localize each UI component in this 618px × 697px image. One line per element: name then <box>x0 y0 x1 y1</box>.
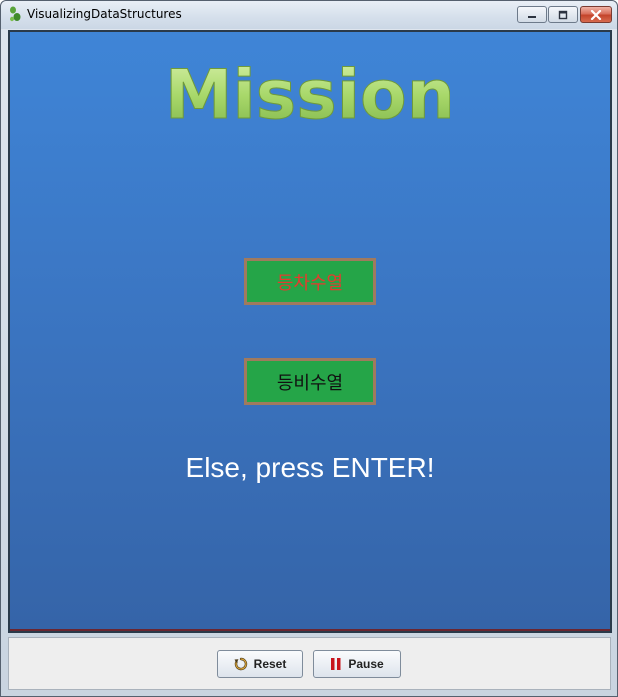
app-icon <box>10 6 21 22</box>
minimize-button[interactable] <box>517 6 547 23</box>
game-canvas[interactable]: Mission 등차수열 등비수열 Else, press ENTER! <box>10 32 610 629</box>
pause-button[interactable]: Pause <box>313 650 401 678</box>
enter-hint: Else, press ENTER! <box>185 452 435 483</box>
app-window: VisualizingDataStructures Mission 등차수열 등… <box>0 0 618 697</box>
mission-title: Mission <box>170 56 450 136</box>
close-button[interactable] <box>580 6 612 23</box>
arithmetic-sequence-label: 등차수열 <box>276 272 344 294</box>
geometric-sequence-button[interactable]: 등비수열 <box>244 358 376 405</box>
reset-label: Reset <box>253 657 287 671</box>
control-panel: Reset Pause <box>8 637 611 690</box>
window-title: VisualizingDataStructures <box>27 7 182 21</box>
maximize-button[interactable] <box>548 6 578 23</box>
pause-label: Pause <box>348 657 384 671</box>
reset-button[interactable]: Reset <box>217 650 303 678</box>
canvas-bottom-border <box>10 629 610 631</box>
game-canvas-frame: Mission 등차수열 등비수열 Else, press ENTER! <box>8 30 612 633</box>
maximize-icon <box>558 10 568 19</box>
pause-icon <box>331 658 341 670</box>
close-icon <box>590 9 602 20</box>
geometric-sequence-label: 등비수열 <box>276 372 344 394</box>
minimize-icon <box>528 15 536 18</box>
arithmetic-sequence-button[interactable]: 등차수열 <box>244 258 376 305</box>
title-bar[interactable]: VisualizingDataStructures <box>1 1 617 29</box>
mission-title-text: Mission <box>170 56 450 135</box>
reset-icon <box>234 657 247 671</box>
